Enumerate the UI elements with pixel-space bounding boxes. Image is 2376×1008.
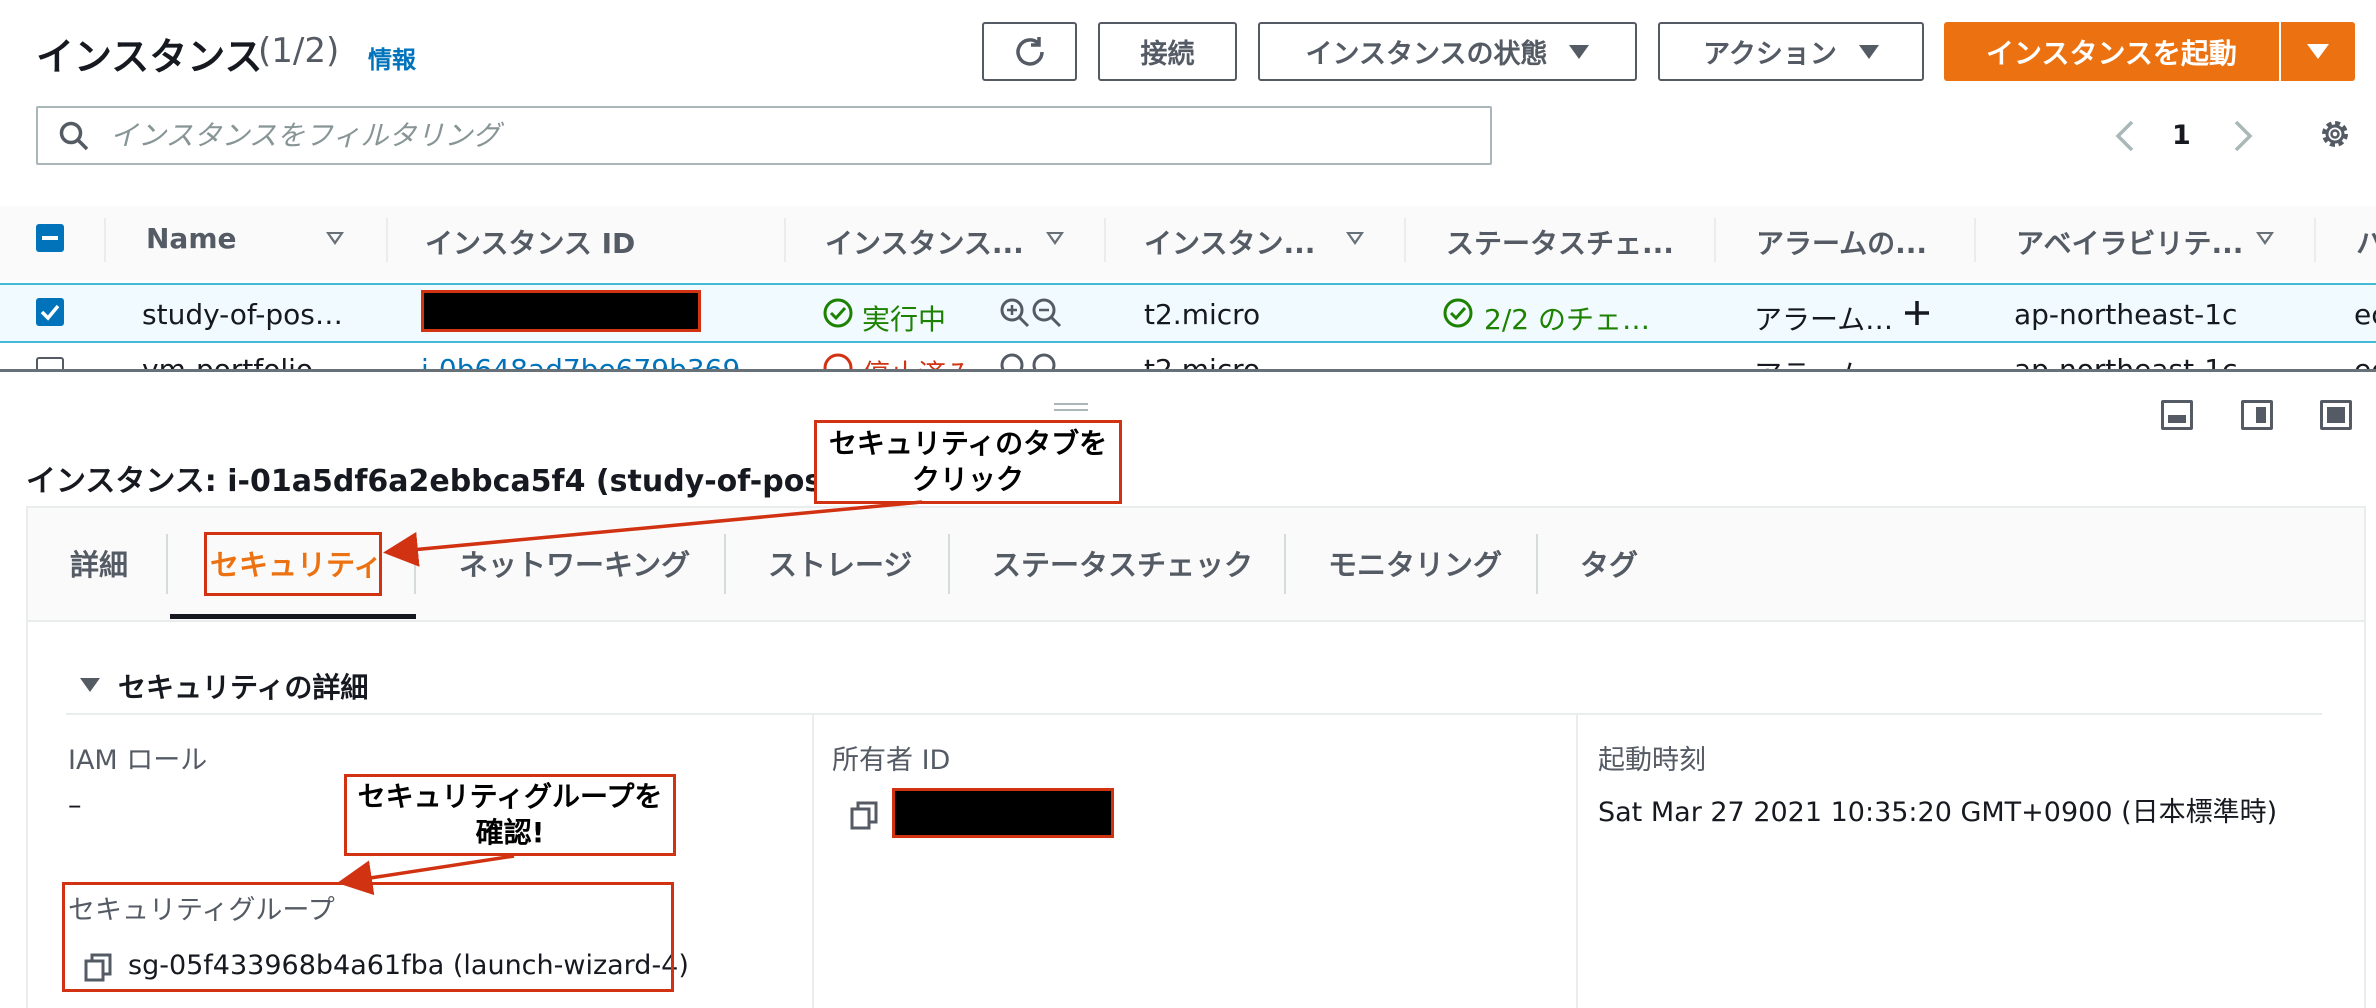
plus-icon[interactable] [1902, 298, 1932, 328]
annotation-sg-note: セキュリティグループを 確認! [344, 774, 676, 856]
annotation-tab-note: セキュリティのタブを クリック [814, 420, 1122, 504]
copy-icon[interactable] [850, 800, 878, 830]
row-type: t2.micro [1144, 298, 1261, 331]
zoom-in-icon[interactable] [998, 351, 1032, 371]
sort-icon[interactable] [1046, 232, 1064, 245]
detail-title: インスタンス: i-01a5df6a2ebbca5f4 (study-of-po… [26, 464, 914, 499]
caret-down-icon [1569, 44, 1590, 59]
tab-monitoring[interactable]: モニタリング [1328, 542, 1502, 584]
annotation-line: 確認! [475, 816, 545, 849]
instance-state-label: インスタンスの状態 [1305, 39, 1548, 70]
launch-time-value: Sat Mar 27 2021 10:35:20 GMT+0900 (日本標準時… [1598, 797, 2278, 828]
active-tab-indicator [170, 614, 416, 619]
page-number[interactable]: 1 [2172, 120, 2191, 151]
tab-storage[interactable]: ストレージ [768, 542, 912, 584]
annotation-highlight-sg [62, 882, 674, 992]
tab-details[interactable]: 詳細 [70, 542, 128, 584]
row-checkbox[interactable] [36, 298, 64, 326]
sort-icon[interactable] [2256, 232, 2274, 245]
col-header-az[interactable]: アベイラビリテ... [2016, 222, 2243, 262]
info-link[interactable]: 情報 [368, 40, 416, 75]
sort-icon[interactable] [1346, 232, 1364, 245]
col-header-name[interactable]: Name [146, 222, 237, 255]
divider [66, 713, 2322, 715]
connect-button[interactable]: 接続 [1098, 22, 1237, 81]
row-alarm: アラーム… [1754, 303, 1894, 336]
chevron-right-icon[interactable] [2228, 116, 2258, 156]
owner-id-label: 所有者 ID [832, 745, 951, 776]
tab-status-check[interactable]: ステータスチェック [992, 542, 1253, 584]
chevron-left-icon[interactable] [2110, 116, 2140, 156]
launch-instance-button[interactable]: インスタンスを起動 [1944, 22, 2355, 81]
split-divider[interactable] [0, 369, 2376, 372]
zoom-out-icon[interactable] [1030, 351, 1064, 371]
launch-time-label: 起動時刻 [1598, 745, 1706, 776]
launch-dropdown-toggle[interactable] [2281, 22, 2355, 81]
iam-role-label: IAM ロール [68, 745, 208, 776]
row-status-check[interactable]: 2/2 のチェ… [1484, 298, 1650, 338]
row-extra: ec [2354, 298, 2376, 331]
caret-down-icon [2307, 44, 2329, 59]
instance-count: (1/2) [258, 31, 340, 71]
annotation-highlight-tab [204, 532, 382, 596]
col-header-type[interactable]: インスタン... [1144, 222, 1315, 262]
col-header-instance-id[interactable]: インスタンス ID [425, 222, 635, 262]
section-title[interactable]: セキュリティの詳細 [118, 666, 368, 706]
caret-down-icon[interactable] [80, 678, 100, 692]
panel-full-icon[interactable] [2320, 400, 2352, 430]
search-input[interactable] [110, 119, 1410, 152]
connect-button-label: 接続 [1140, 39, 1195, 70]
col-header-state[interactable]: インスタンス... [825, 222, 1024, 262]
redacted-instance-id [421, 290, 701, 332]
caret-down-icon [1858, 44, 1879, 59]
col-header-extra[interactable]: ハ [2356, 222, 2376, 262]
tab-tags[interactable]: タグ [1580, 542, 1638, 584]
check-circle-icon [823, 298, 853, 328]
check-circle-icon [1443, 298, 1473, 328]
drag-handle-icon[interactable] [1054, 402, 1088, 412]
check-icon [40, 304, 60, 321]
refresh-button[interactable] [982, 22, 1077, 81]
redacted-owner-id [892, 788, 1114, 838]
gear-icon[interactable] [2315, 114, 2355, 154]
panel-bottom-icon[interactable] [2161, 400, 2193, 430]
row-name[interactable]: study-of-pos… [142, 298, 343, 331]
annotation-line: セキュリティのタブを [828, 427, 1108, 460]
table-row[interactable]: vm-portfolio i-0b648ad7be679b369 停止済み t2… [0, 345, 2376, 371]
actions-label: アクション [1703, 39, 1837, 70]
row-state: 実行中 [862, 303, 947, 336]
actions-button[interactable]: アクション [1658, 22, 1924, 81]
launch-instance-label[interactable]: インスタンスを起動 [1944, 22, 2281, 81]
search-icon [59, 121, 89, 150]
col-header-alarm[interactable]: アラームの... [1756, 222, 1927, 262]
sort-icon[interactable] [326, 232, 344, 245]
tab-networking[interactable]: ネットワーキング [459, 542, 690, 584]
annotation-line: セキュリティグループを [357, 780, 663, 813]
zoom-in-icon[interactable] [998, 296, 1032, 330]
refresh-icon [1015, 36, 1044, 66]
panel-side-icon[interactable] [2241, 400, 2273, 430]
annotation-line: クリック [911, 463, 1024, 496]
zoom-out-icon[interactable] [1030, 296, 1064, 330]
col-header-status-check[interactable]: ステータスチェ... [1446, 222, 1674, 262]
search-field[interactable] [36, 106, 1492, 165]
select-all-checkbox[interactable] [36, 224, 64, 252]
instance-state-button[interactable]: インスタンスの状態 [1258, 22, 1637, 81]
page-title: インスタンス [36, 35, 263, 79]
row-az: ap-northeast-1c [2014, 298, 2238, 331]
iam-role-value: – [68, 790, 82, 821]
